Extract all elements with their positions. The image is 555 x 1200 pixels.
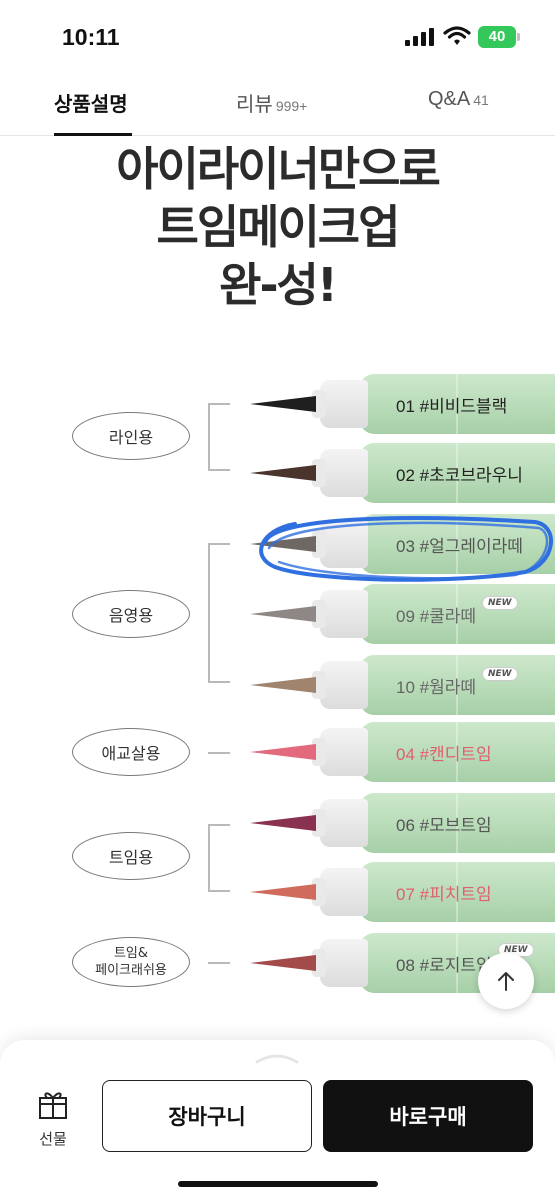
scroll-to-top-button[interactable] <box>478 953 534 1009</box>
hero-heading: 아이라이너만으로 트임메이크업 완-성! <box>0 140 555 314</box>
gift-label: 선물 <box>39 1130 67 1148</box>
shade-name: 06 #모브트임 <box>396 816 492 835</box>
shade-name: 08 #로지트임 <box>396 956 492 975</box>
group-connector-lash <box>208 962 230 964</box>
shade-row-09: 09 #쿨라떼 NEW <box>250 584 555 644</box>
home-indicator <box>178 1181 378 1187</box>
gift-icon <box>39 1092 67 1119</box>
new-badge: NEW <box>482 596 518 610</box>
pen-cap <box>320 868 368 916</box>
pen-tip <box>250 465 316 481</box>
shade-row-02: 02 #초코브라우니 <box>250 443 555 503</box>
battery-icon: 40 <box>478 26 520 48</box>
shade-row-06: 06 #모브트임 <box>250 793 555 853</box>
pen-tip <box>250 884 316 900</box>
pen-tip <box>250 396 316 412</box>
status-bar: 10:11 40 <box>0 0 555 70</box>
purchase-bar: 선물 장바구니 바로구매 <box>0 1040 555 1200</box>
chevron-up-icon[interactable] <box>255 1052 299 1064</box>
pen-tip <box>250 815 316 831</box>
tab-reviews-label: 리뷰 <box>236 94 273 116</box>
hero-line-1: 아이라이너만으로 <box>116 142 441 196</box>
pen-cap <box>320 380 368 428</box>
shade-name: 02 #초코브라우니 <box>396 466 523 485</box>
group-bracket-shadow <box>208 543 230 683</box>
pen-cap <box>320 728 368 776</box>
tab-description-label: 상품설명 <box>54 94 128 116</box>
group-label-lash: 트임& 페이크래쉬용 <box>72 937 190 987</box>
tab-qna-label: Q&A <box>428 88 471 110</box>
buy-now-button[interactable]: 바로구매 <box>323 1080 533 1152</box>
add-to-cart-button[interactable]: 장바구니 <box>102 1080 312 1152</box>
wifi-icon <box>443 25 471 51</box>
gift-button[interactable]: 선물 <box>30 1088 76 1149</box>
pen-tip <box>250 955 316 971</box>
tab-description[interactable]: 상품설명 <box>54 88 128 117</box>
tab-qna[interactable]: Q&A 41 <box>428 88 489 111</box>
shade-name: 07 #피치트임 <box>396 885 492 904</box>
pen-cap <box>320 449 368 497</box>
status-time: 10:11 <box>62 24 120 50</box>
group-connector-aegyo <box>208 752 230 754</box>
shade-name: 04 #캔디트임 <box>396 745 492 764</box>
shade-row-07: 07 #피치트임 <box>250 862 555 922</box>
pen-cap <box>320 939 368 987</box>
group-label-trim: 트임용 <box>72 832 190 880</box>
pen-cap <box>320 590 368 638</box>
shade-name: 10 #웜라떼 <box>396 678 477 697</box>
active-tab-indicator <box>54 133 132 136</box>
pen-tip <box>250 677 316 693</box>
shade-row-01: 01 #비비드블랙 <box>250 374 555 434</box>
pen-tip <box>250 744 316 760</box>
shade-name: 09 #쿨라떼 <box>396 607 477 626</box>
shade-row-04: 04 #캔디트임 <box>250 722 555 782</box>
tab-qna-count: 41 <box>473 92 489 108</box>
shade-name: 01 #비비드블랙 <box>396 397 508 416</box>
hero-line-3: 완-성! <box>219 258 338 312</box>
product-tabs: 상품설명 리뷰 999+ Q&A 41 <box>0 70 555 136</box>
hero-line-2: 트임메이크업 <box>156 200 401 254</box>
tab-reviews[interactable]: 리뷰 999+ <box>236 88 307 117</box>
group-label-aegyo: 애교살용 <box>72 728 190 776</box>
pen-cap <box>320 661 368 709</box>
pen-tip <box>250 606 316 622</box>
group-label-line: 라인용 <box>72 412 190 460</box>
arrow-up-icon <box>498 972 514 991</box>
pen-cap <box>320 799 368 847</box>
highlight-scribble <box>259 516 553 582</box>
tab-reviews-count: 999+ <box>275 98 308 114</box>
shade-row-10: 10 #웜라떼 NEW <box>250 655 555 715</box>
new-badge: NEW <box>482 667 518 681</box>
group-bracket-trim <box>208 824 230 892</box>
group-bracket-line <box>208 403 230 471</box>
cellular-signal-icon <box>405 28 435 46</box>
group-label-shadow: 음영용 <box>72 590 190 638</box>
